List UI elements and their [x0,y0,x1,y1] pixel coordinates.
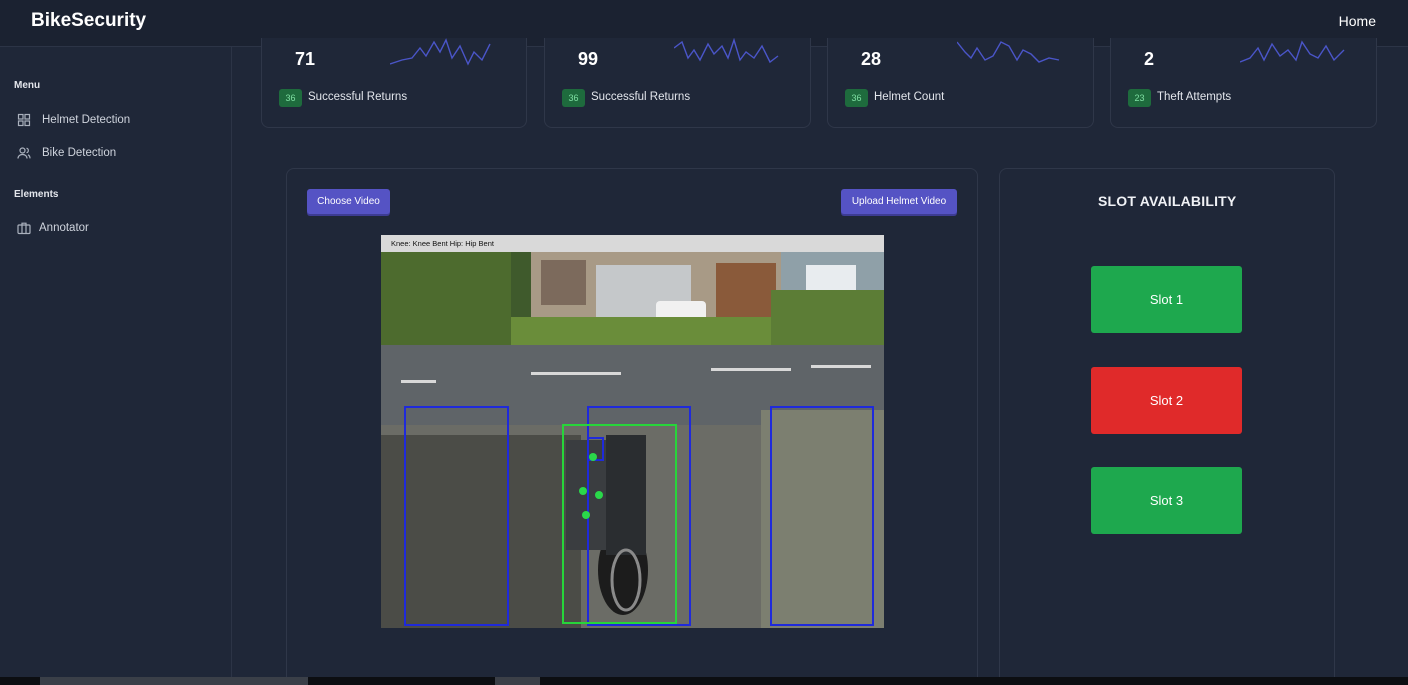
slot-1-button[interactable]: Slot 1 [1091,266,1242,333]
stat-value: 99 [578,49,599,69]
stat-card-returns-2: 99 36 Successful Returns [544,38,811,128]
sparkline [674,38,779,64]
taskbar-app-icon[interactable] [495,677,540,685]
sidebar-item-label: Annotator [39,222,89,234]
stat-label: Theft Attempts [1157,91,1232,103]
home-link[interactable]: Home [1339,13,1376,29]
sparkline [957,41,1060,63]
sparkline [390,38,491,66]
menu-heading: Menu [14,80,41,91]
slot-availability-title: SLOT AVAILABILITY [1098,193,1237,209]
stat-label: Helmet Count [874,91,945,103]
slot-3-button[interactable]: Slot 3 [1091,467,1242,534]
stat-badge: 36 [845,89,868,107]
stat-card-theft-attempts: 2 23 Theft Attempts [1110,38,1377,128]
upload-helmet-video-button[interactable]: Upload Helmet Video [841,189,957,214]
grid-icon [17,113,31,127]
stat-badge: 23 [1128,89,1151,107]
stat-value: 2 [1144,49,1155,69]
brand-logo[interactable]: BikeSecurity [31,10,146,32]
sidebar: Menu Helmet Detection Bike Detection Ele… [0,47,232,677]
sidebar-item-label: Helmet Detection [42,114,131,126]
video-frame[interactable]: Knee: Knee Bent Hip: Hip Bent [381,235,884,628]
taskbar-search-box[interactable] [40,677,308,685]
sparkline [1240,40,1345,63]
stat-badge: 36 [562,89,585,107]
stat-badge: 36 [279,89,302,107]
stat-card-helmet-count: 28 36 Helmet Count [827,38,1094,128]
stat-value: 28 [861,49,882,69]
sidebar-item-label: Bike Detection [42,147,117,159]
video-scene-image [381,252,884,628]
slot-2-button[interactable]: Slot 2 [1091,367,1242,434]
sidebar-item-annotator[interactable]: Annotator [17,218,89,238]
stat-label: Successful Returns [591,91,691,103]
users-icon [17,147,31,159]
video-pose-caption: Knee: Knee Bent Hip: Hip Bent [381,235,884,252]
os-taskbar [0,677,1408,685]
choose-video-button[interactable]: Choose Video [307,189,390,214]
elements-heading: Elements [14,189,59,200]
stat-card-returns-1: 71 36 Successful Returns [261,38,527,128]
briefcase-icon [17,222,31,235]
stat-value: 71 [295,49,316,69]
sidebar-item-helmet-detection[interactable]: Helmet Detection [17,110,130,130]
sidebar-item-bike-detection[interactable]: Bike Detection [17,143,116,163]
stat-label: Successful Returns [308,91,408,103]
